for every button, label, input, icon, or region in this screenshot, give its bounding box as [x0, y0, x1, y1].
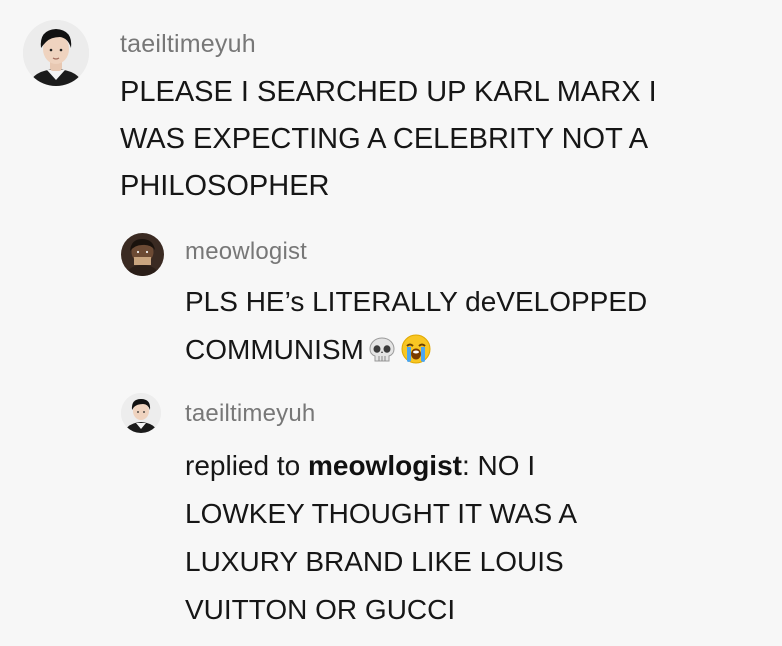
- comment-thread-screen: { "comments": [ { "username": "taeiltime…: [0, 0, 782, 646]
- comment-text-line: LUXURY BRAND LIKE LOUIS: [185, 546, 564, 577]
- loudly-crying-face-emoji-icon: [400, 333, 432, 365]
- comment-username[interactable]: meowlogist: [185, 238, 307, 266]
- comment-text-line: PLS HE’s LITERALLY deVELOPPED: [185, 286, 648, 317]
- comment-text-line: COMMUNISM: [185, 326, 647, 374]
- comment-text: replied to meowlogist: NO I LOWKEY THOUG…: [185, 442, 577, 634]
- skull-emoji-icon: [367, 335, 397, 365]
- comment-text-line: VUITTON OR GUCCI: [185, 594, 456, 625]
- comment-2-reply: meowlogist PLS HE’s LITERALLY deVELOPPED…: [0, 225, 782, 385]
- reply-prefix: replied to: [185, 450, 308, 481]
- comment-3-reply: taeiltimeyuh replied to meowlogist: NO I…: [0, 385, 782, 646]
- user-avatar[interactable]: [121, 393, 161, 433]
- comment-text: PLEASE I SEARCHED UP KARL MARX I WAS EXP…: [120, 69, 657, 210]
- comment-text-line: replied to meowlogist: NO I: [185, 442, 577, 490]
- comment-1: taeiltimeyuh PLEASE I SEARCHED UP KARL M…: [0, 0, 782, 230]
- profile-photo-icon: [23, 20, 89, 86]
- replied-to-username-link[interactable]: meowlogist: [308, 450, 462, 481]
- comment-username[interactable]: taeiltimeyuh: [185, 400, 315, 428]
- comment-text-segment: NO I: [469, 450, 536, 481]
- reply-colon: :: [461, 450, 470, 481]
- comment-text-line: PLEASE I SEARCHED UP KARL MARX I: [120, 76, 657, 108]
- comment-text-line: LOWKEY THOUGHT IT WAS A: [185, 498, 578, 529]
- comment-text-line: WAS EXPECTING A CELEBRITY NOT A: [120, 123, 649, 155]
- user-avatar[interactable]: [121, 233, 164, 276]
- comment-text: PLS HE’s LITERALLY deVELOPPED COMMUNISM: [185, 278, 647, 374]
- profile-photo-icon: [121, 393, 161, 433]
- comment-text-line: PHILOSOPHER: [120, 170, 330, 202]
- comment-text-segment: COMMUNISM: [185, 334, 364, 365]
- user-avatar[interactable]: [23, 20, 89, 86]
- profile-photo-icon: [121, 233, 164, 276]
- comment-username[interactable]: taeiltimeyuh: [120, 30, 256, 59]
